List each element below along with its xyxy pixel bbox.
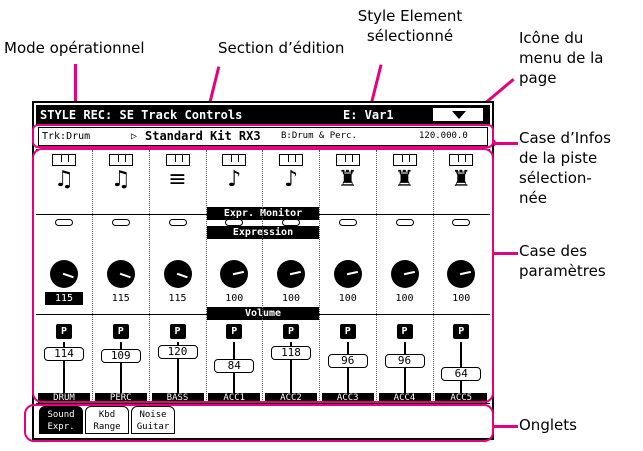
chevron-down-icon <box>452 111 466 119</box>
page-title: STYLE REC: SE Track Controls <box>40 108 243 122</box>
callout-track-info: Case d’Infos de la piste sélection- née <box>519 129 611 207</box>
params-box-outline <box>32 148 494 403</box>
callout-mode: Mode opérationnel <box>4 39 145 57</box>
pointer-params <box>494 252 518 255</box>
style-element: E: Var1 <box>343 108 394 122</box>
pointer-tabs <box>494 425 518 428</box>
callout-tabs: Onglets <box>519 416 577 434</box>
callout-params: Case des paramètres <box>519 242 606 280</box>
callout-page-menu: Icône du menu de la page <box>519 29 604 87</box>
tabs-box-outline <box>24 404 494 442</box>
callout-edit-section: Section d’édition <box>218 39 345 57</box>
page-menu-button[interactable] <box>432 107 484 122</box>
info-box-outline <box>32 124 494 148</box>
callout-style-element: Style Element sélectionné <box>357 7 463 45</box>
title-bar: STYLE REC: SE Track Controls E: Var1 <box>36 105 490 125</box>
